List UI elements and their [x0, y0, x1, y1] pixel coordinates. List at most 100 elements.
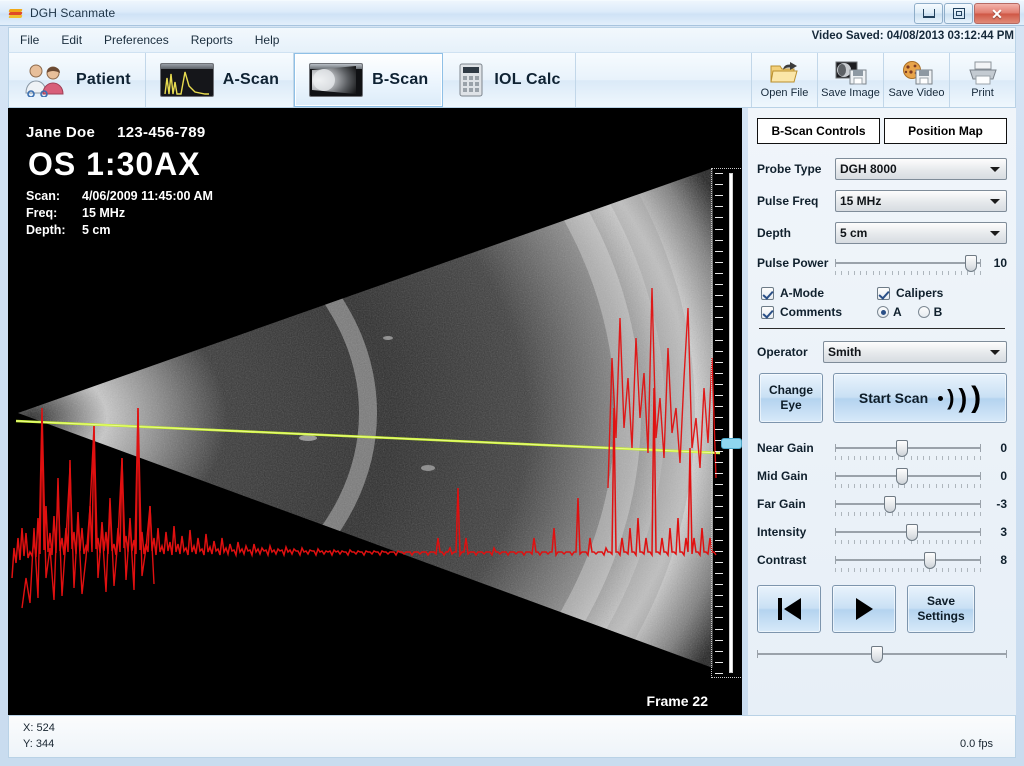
- contrast-thumb[interactable]: [923, 552, 936, 569]
- near-gain-thumb[interactable]: [896, 440, 909, 457]
- menu-item-help[interactable]: Help: [244, 30, 291, 50]
- depth-value: 5 cm: [840, 226, 868, 240]
- menu-item-reports[interactable]: Reports: [180, 30, 244, 50]
- depth-select[interactable]: 5 cm: [835, 222, 1007, 244]
- calipers-checkbox-icon[interactable]: [877, 286, 890, 300]
- chevron-down-icon: [990, 350, 1000, 355]
- menu-item-file[interactable]: File: [9, 30, 50, 50]
- save-image-button[interactable]: Save Image: [817, 53, 883, 107]
- probe-type-label: Probe Type: [757, 162, 822, 176]
- tab-patient[interactable]: Patient: [9, 53, 146, 107]
- tab-patient-label: Patient: [76, 71, 131, 88]
- open-file-button[interactable]: Open File: [751, 53, 817, 107]
- panel-divider: [759, 328, 1005, 329]
- far-gain-value: -3: [996, 497, 1007, 511]
- save-image-label: Save Image: [821, 87, 880, 99]
- save-video-label: Save Video: [888, 87, 945, 99]
- tab-iol-calc-label: IOL Calc: [494, 71, 561, 88]
- probe-type-select[interactable]: DGH 8000: [835, 158, 1007, 180]
- pulse-power-thumb[interactable]: [964, 255, 977, 272]
- near-gain-slider[interactable]: [835, 439, 981, 465]
- a-mode-checkbox-icon[interactable]: [761, 286, 774, 300]
- scan-action-buttons: Change Eye Start Scan ))): [759, 373, 1007, 423]
- contrast-row: Contrast 8: [757, 551, 1007, 577]
- change-eye-button[interactable]: Change Eye: [759, 373, 823, 423]
- maximize-icon: [952, 8, 965, 19]
- contrast-ticks: [835, 568, 981, 573]
- play-button[interactable]: [832, 585, 896, 633]
- far-gain-thumb[interactable]: [884, 496, 897, 513]
- rewind-button[interactable]: [757, 585, 821, 633]
- menu-item-preferences[interactable]: Preferences: [93, 30, 180, 50]
- menu-item-edit[interactable]: Edit: [50, 30, 93, 50]
- gain-sliders: Near Gain 0 Mid Gain 0 Far Gain -3 Inten…: [757, 439, 1007, 577]
- intensity-thumb[interactable]: [906, 524, 919, 541]
- tab-a-scan[interactable]: A-Scan: [146, 53, 295, 107]
- video-saved-status: Video Saved: 04/08/2013 03:12:44 PM: [811, 30, 1014, 42]
- far-gain-label: Far Gain: [757, 497, 806, 511]
- depth-slider-thumb[interactable]: [721, 438, 742, 450]
- minimize-button[interactable]: [914, 3, 943, 24]
- chevron-down-icon: [990, 231, 1000, 236]
- tab-a-scan-label: A-Scan: [222, 71, 280, 88]
- near-gain-ticks: [835, 456, 981, 461]
- caliper-radio-group: A B: [877, 305, 993, 319]
- image-depth-slider[interactable]: [711, 168, 742, 678]
- pulse-power-row: Pulse Power 10: [757, 254, 1007, 280]
- contrast-slider[interactable]: [835, 551, 981, 577]
- freq-row: Freq: 15 MHz: [26, 206, 213, 220]
- caliper-b-radio[interactable]: [917, 306, 930, 318]
- play-icon: [855, 598, 873, 620]
- playback-thumb[interactable]: [871, 646, 883, 663]
- tab-position-map[interactable]: Position Map: [884, 118, 1007, 144]
- save-settings-button[interactable]: Save Settings: [907, 585, 975, 633]
- mid-gain-thumb[interactable]: [896, 468, 909, 485]
- pulse-power-slider[interactable]: [835, 254, 981, 280]
- far-gain-slider[interactable]: [835, 495, 981, 521]
- ultrasound-wave-icon: ))): [938, 383, 981, 413]
- comments-checkbox-icon[interactable]: [761, 305, 774, 319]
- open-file-label: Open File: [760, 87, 809, 99]
- pulse-freq-select[interactable]: 15 MHz: [835, 190, 1007, 212]
- tab-iol-calc[interactable]: IOL Calc: [443, 53, 576, 107]
- probe-type-value: DGH 8000: [840, 162, 897, 176]
- checkbox-calipers[interactable]: Calipers: [877, 286, 993, 300]
- save-video-button[interactable]: Save Video: [883, 53, 949, 107]
- operator-value: Smith: [828, 345, 862, 359]
- checkbox-comments[interactable]: Comments: [761, 305, 877, 319]
- near-gain-label: Near Gain: [757, 441, 814, 455]
- far-gain-track: [835, 500, 981, 508]
- start-scan-button[interactable]: Start Scan ))): [833, 373, 1007, 423]
- operator-select[interactable]: Smith: [823, 341, 1007, 363]
- cursor-x-readout: X: 524: [23, 722, 55, 734]
- cursor-y-label: Y:: [23, 738, 33, 750]
- intensity-slider[interactable]: [835, 523, 981, 549]
- tab-b-scan[interactable]: B-Scan: [294, 53, 444, 107]
- depth-value: 5 cm: [82, 223, 111, 237]
- options-checkboxes: A-Mode Calipers Comments A B: [761, 286, 1007, 319]
- caliper-a-radio[interactable]: [877, 306, 889, 318]
- pulse-power-value: 10: [993, 256, 1007, 270]
- patient-id: 123-456-789: [117, 124, 206, 141]
- depth-row: Depth: 5 cm: [26, 223, 213, 237]
- caliper-a-label: A: [893, 305, 902, 319]
- pulse-power-track: [835, 259, 981, 267]
- contrast-label: Contrast: [757, 553, 807, 567]
- close-button[interactable]: ✕: [974, 3, 1020, 24]
- depth-field: Depth 5 cm: [757, 222, 1007, 244]
- depth-key: Depth:: [26, 223, 66, 237]
- status-bar: X: 524 Y: 344 0.0 fps: [8, 715, 1016, 758]
- scan-time-key: Scan:: [26, 189, 61, 203]
- frame-counter: Frame 22: [646, 693, 708, 709]
- maximize-button[interactable]: [944, 3, 973, 24]
- tab-b-scan-controls[interactable]: B-Scan Controls: [757, 118, 880, 144]
- save-image-icon: [835, 61, 867, 85]
- probe-type-field: Probe Type DGH 8000: [757, 158, 1007, 180]
- checkbox-a-mode[interactable]: A-Mode: [761, 286, 877, 300]
- b-scan-image-panel[interactable]: Jane Doe 123-456-789 OS 1:30AX Scan: 4/06…: [8, 108, 742, 715]
- calipers-label: Calipers: [896, 286, 944, 300]
- print-button[interactable]: Print: [949, 53, 1015, 107]
- mid-gain-slider[interactable]: [835, 467, 981, 493]
- playback-position-slider[interactable]: [757, 645, 1007, 663]
- a-mode-label: A-Mode: [780, 286, 824, 300]
